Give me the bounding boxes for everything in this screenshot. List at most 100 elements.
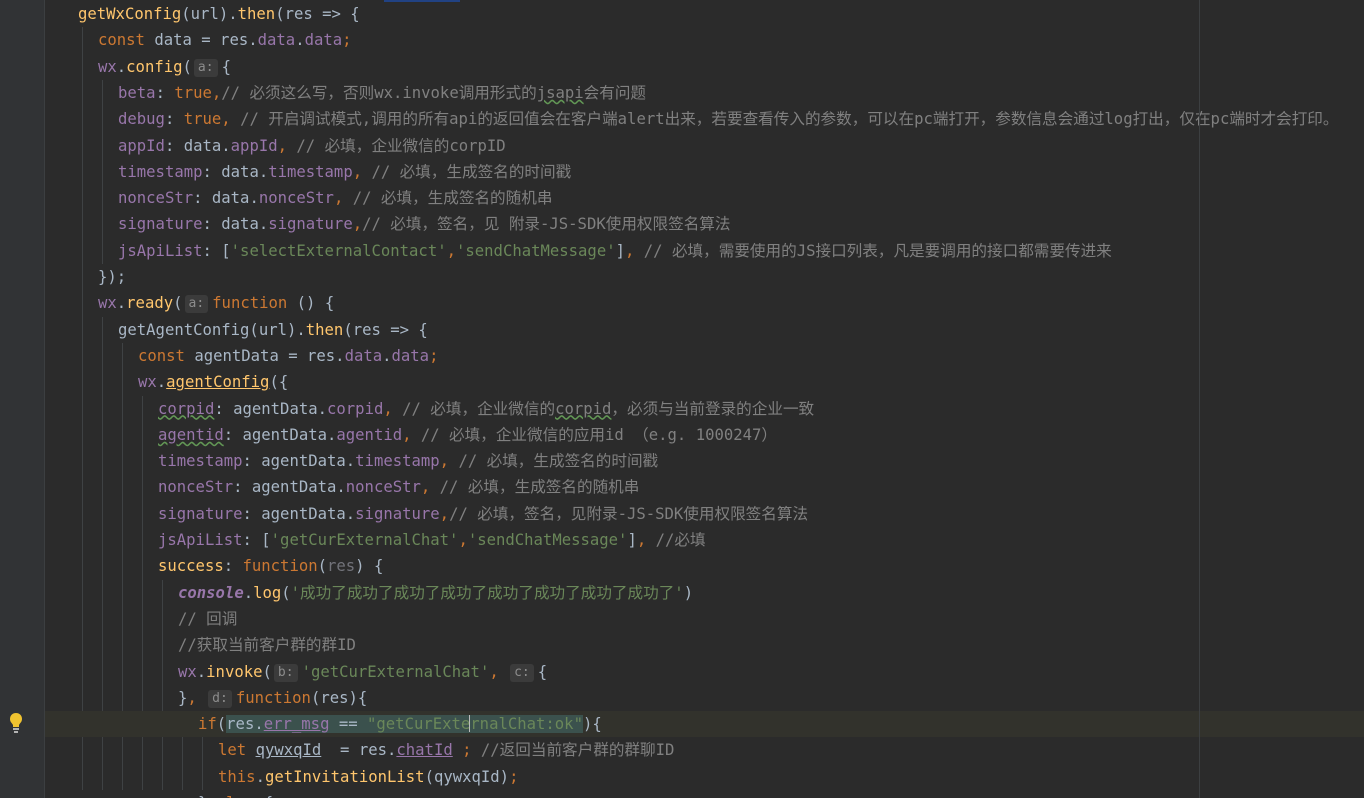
code-line[interactable]: timestamp: agentData.timestamp, // 必填，生成… [45,448,1364,474]
code-token: then [305,320,344,339]
code-token: getWxConfig [78,5,182,23]
code-token: , [625,241,644,260]
code-token: wx [138,373,157,392]
code-line[interactable]: }, d: function(res){ [45,685,1364,711]
code-line[interactable]: nonceStr: agentData.nonceStr, // 必填，生成签名… [45,474,1364,500]
parameter-hint: a: [184,295,209,314]
code-token: }); [98,268,127,286]
code-token: '成功了成功了成功了成功了成功了成功了成功了成功了' [290,583,684,602]
code-token: ] [615,241,625,260]
code-token: : agentData. [223,425,337,444]
code-line[interactable]: signature: data.signature,// 必填，签名，见 附录-… [45,211,1364,237]
code-token: ( [317,557,327,576]
code-line[interactable]: timestamp: data.timestamp, // 必填，生成签名的时间… [45,159,1364,185]
code-token: beta [118,83,156,102]
code-token: () { [296,294,335,313]
code-line[interactable]: //获取当前客户群的群ID [45,632,1364,658]
code-line[interactable]: wx.invoke(b:'getCurExternalChat', c:{ [45,659,1364,685]
code-token: signature [355,504,440,523]
code-token: : data. [202,162,269,181]
code-line[interactable]: appId: data.appId, // 必填，企业微信的corpID [45,133,1364,159]
code-token: agentConfig [166,373,270,392]
code-token: ( [262,662,272,681]
code-token: , [383,399,403,418]
code-line[interactable]: // 回调 [45,606,1364,632]
code-line[interactable]: agentid: agentData.agentid, // 必填，企业微信的应… [45,422,1364,448]
code-token: : data. [202,215,269,234]
code-line[interactable]: beta: true,// 必须这么写，否则wx.invoke调用形式的jsap… [45,80,1364,106]
parameter-hint: a: [193,58,218,77]
code-line[interactable]: console.log('成功了成功了成功了成功了成功了成功了成功了成功了') [45,580,1364,606]
code-token: 'sendChatMessage' [456,241,616,260]
code-token: //获取当前客户群的群ID [178,636,356,655]
code-line[interactable]: getWxConfig(url).then(res => { [45,1,1364,27]
code-token: , [333,189,353,208]
code-line[interactable]: wx.ready(a: function () { [45,290,1364,316]
code-token: . [196,662,207,681]
code-token: } [178,688,188,707]
code-line[interactable]: }); [45,264,1364,290]
code-token: { [537,662,548,681]
code-token: : agentData. [214,399,328,418]
code-line[interactable]: } else { [45,790,1364,798]
code-line[interactable]: debug: true, // 开启调试模式,调用的所有api的返回值会在客户端… [45,106,1364,132]
code-token: signature [268,215,353,234]
code-line[interactable]: this.getInvitationList(qywxqId); [45,764,1364,790]
code-line[interactable]: const agentData = res.data.data; [45,343,1364,369]
code-token: getInvitationList [264,767,425,786]
code-token: nonceStr [345,478,421,497]
code-line[interactable]: wx.config(a:{ [45,54,1364,80]
code-token: . [255,767,265,786]
code-editor[interactable]: getWxConfig(url).then(res => {const data… [0,0,1364,798]
code-token: // 必填，生成签名的随机串 [439,478,640,497]
code-token: 'getCurExternalChat' [270,531,459,549]
code-token: . [243,583,254,602]
code-line[interactable]: jsApiList: ['getCurExternalChat','sendCh… [45,527,1364,553]
code-token: const [138,346,195,365]
code-line[interactable]: const data = res.data.data; [45,27,1364,53]
code-token: corpid [555,399,612,418]
code-token: jsApiList [118,241,203,260]
code-token: . [156,373,167,392]
code-line[interactable]: corpid: agentData.corpid, // 必填，企业微信的cor… [45,396,1364,422]
code-line[interactable]: nonceStr: data.nonceStr, // 必填，生成签名的随机串 [45,185,1364,211]
code-line[interactable]: getAgentConfig(url).then(res => { [45,317,1364,343]
code-line[interactable]: let qywxqId = res.chatId ; //返回当前客户群的群聊I… [45,737,1364,763]
code-token: debug [118,110,165,129]
code-token: : [ [242,531,271,549]
code-token: function [212,294,297,313]
code-line[interactable]: if(res.err_msg == "getCurExternalChat:ok… [45,711,1364,738]
code-token: true, [174,83,222,102]
code-token: 'getCurExternalChat' [301,662,490,681]
code-token: ready [126,294,174,313]
code-token: true, [183,110,241,129]
code-token: rnalChat:ok" [470,715,583,734]
code-line[interactable]: jsApiList: ['selectExternalContact','sen… [45,238,1364,264]
code-line[interactable]: success: function(res) { [45,553,1364,579]
code-token: signature [158,504,243,523]
code-token: (res => { [343,320,428,339]
lightbulb-icon[interactable] [9,712,23,734]
code-token: : [ [202,241,231,260]
code-area[interactable]: getWxConfig(url).then(res => {const data… [45,0,1364,798]
code-token: , [489,662,509,681]
code-line[interactable]: wx.agentConfig({ [45,369,1364,395]
code-token: { [264,794,273,798]
code-line[interactable]: signature: agentData.signature,// 必填，签名，… [45,501,1364,527]
code-token: , [420,478,440,497]
code-token: // 必须这么写，否则wx.invoke调用形式的 [221,83,537,102]
code-token: (url). [181,5,238,23]
code-token: config [126,57,183,76]
code-token: corpid [327,399,384,418]
code-token: : agentData. [233,478,346,497]
code-token: = res. [321,741,397,760]
line-gutter[interactable] [0,0,44,798]
code-token: ，必须与当前登录的企业一致 [611,399,815,418]
code-token: , [277,136,297,155]
code-token: "getCurExte [367,715,471,734]
code-token: //必填 [655,531,706,549]
code-token: ){ [582,715,602,734]
code-token: jsapi [536,83,584,102]
code-token: appId [118,136,165,155]
